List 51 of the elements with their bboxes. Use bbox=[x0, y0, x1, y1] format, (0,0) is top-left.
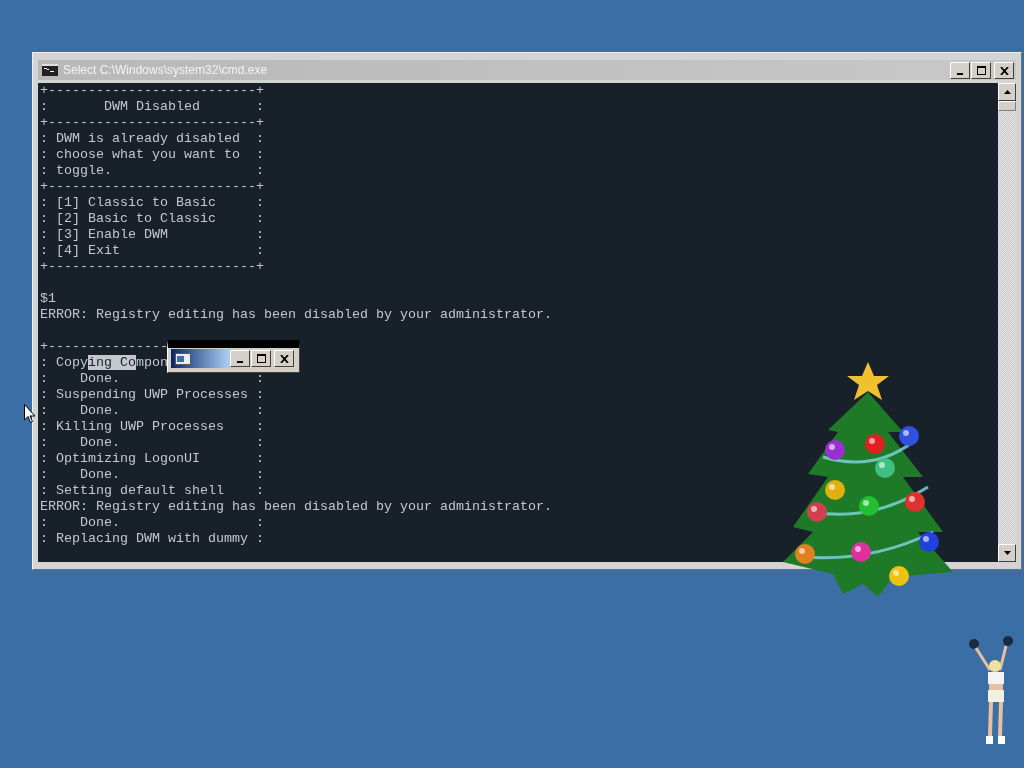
maximize-icon bbox=[976, 65, 986, 75]
console-line: : [3] Enable DWM : bbox=[40, 227, 265, 243]
minimize-button[interactable] bbox=[950, 61, 970, 79]
console-line: ERROR: Registry editing has been disabled by your administrator. bbox=[40, 307, 553, 323]
close-button[interactable] bbox=[994, 61, 1014, 79]
scrollbar[interactable] bbox=[998, 83, 1016, 562]
console-line: +--------------- bbox=[40, 339, 169, 355]
down-arrow-icon bbox=[1003, 551, 1011, 555]
console-line: +--------------------------+ bbox=[40, 179, 265, 195]
console-line: : Done. : bbox=[40, 435, 265, 451]
arrow-cursor-icon bbox=[24, 404, 36, 424]
console-line: +--------------------------+ bbox=[40, 259, 265, 275]
console-text: mpon bbox=[136, 355, 168, 370]
console-line: : [2] Basic to Classic : bbox=[40, 211, 265, 227]
minimize-icon bbox=[237, 361, 243, 363]
console-line: : [4] Exit : bbox=[40, 243, 265, 259]
minimize-button[interactable] bbox=[230, 350, 250, 367]
close-icon bbox=[999, 66, 1009, 75]
console-line: : Done. : bbox=[40, 467, 265, 483]
console-line: : Optimizing LogonUI : bbox=[40, 451, 265, 467]
scroll-thumb[interactable] bbox=[998, 101, 1016, 111]
close-button[interactable] bbox=[274, 350, 294, 367]
console-line: : DWM Disabled : bbox=[40, 99, 265, 115]
console-line: : Suspending UWP Processes : bbox=[40, 387, 265, 403]
scroll-down-button[interactable] bbox=[998, 544, 1016, 562]
maximize-icon bbox=[256, 354, 266, 363]
console-line: ERROR: Registry editing has been disabled by your administrator. bbox=[40, 499, 553, 515]
console-line: : DWM is already disabled : bbox=[40, 131, 265, 147]
maximize-button[interactable] bbox=[251, 350, 271, 367]
close-icon bbox=[279, 355, 289, 363]
selected-text: ing Co bbox=[88, 355, 136, 370]
minimize-icon bbox=[957, 72, 963, 75]
scroll-up-button[interactable] bbox=[998, 83, 1016, 101]
console-line: : choose what you want to : bbox=[40, 147, 265, 163]
up-arrow-icon bbox=[1003, 90, 1011, 94]
console-line: +--------------------------+ bbox=[40, 83, 265, 99]
console-icon bbox=[42, 64, 58, 76]
console-line: : toggle. : bbox=[40, 163, 265, 179]
console-line: : Killing UWP Processes : bbox=[40, 419, 265, 435]
window-icon bbox=[175, 352, 191, 365]
console-line: : Done. : bbox=[40, 403, 265, 419]
console-text: : Copy bbox=[40, 355, 88, 370]
console-line: : [1] Classic to Basic : bbox=[40, 195, 265, 211]
console-line: : Replacing DWM with dummy : bbox=[40, 531, 265, 547]
maximize-button[interactable] bbox=[971, 61, 991, 79]
window-title: Select C:\Windows\system32\cmd.exe bbox=[63, 63, 269, 77]
console-line: : Setting default shell : bbox=[40, 483, 265, 499]
console-line: : Done. : bbox=[40, 515, 265, 531]
console-line: : Done. : bbox=[40, 371, 265, 387]
console-line: +--------------------------+ bbox=[40, 115, 265, 131]
console-line: $1 bbox=[40, 291, 57, 307]
